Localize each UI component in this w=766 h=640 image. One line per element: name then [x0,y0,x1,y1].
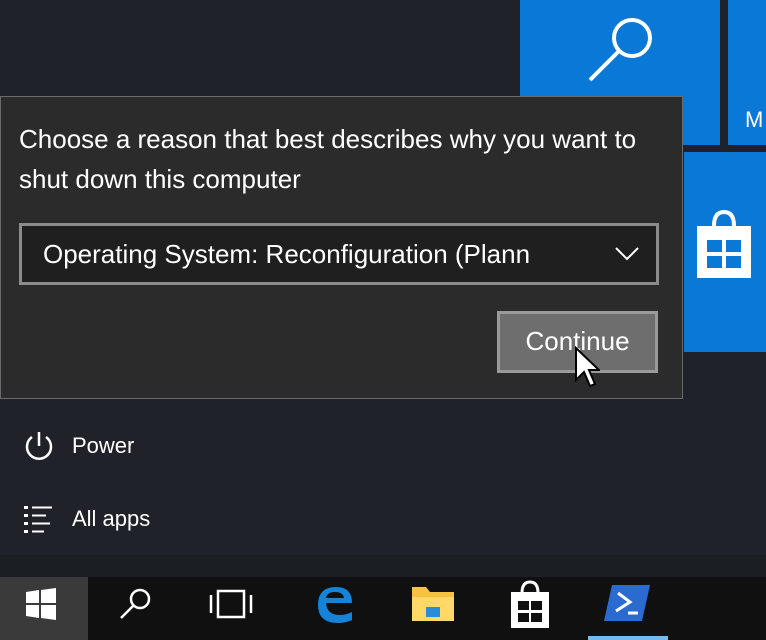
taskbar [0,577,766,640]
shutdown-reason-value: Operating System: Reconfiguration (Plann [43,239,531,269]
file-explorer-taskbar-button[interactable] [398,577,468,640]
search-icon [588,18,652,82]
store-taskbar-button[interactable] [498,577,568,640]
start-menu-bottom-band [0,555,766,577]
task-view-icon [209,589,253,619]
power-button[interactable]: Power [0,421,400,469]
partial-tile[interactable]: M [728,0,766,145]
start-button[interactable] [0,577,88,640]
file-explorer-icon [412,587,454,621]
store-tile[interactable] [684,152,766,352]
partial-tile-label: M [745,107,764,132]
edge-taskbar-button[interactable] [300,577,370,640]
mouse-cursor-icon [575,346,600,388]
task-view-button[interactable] [200,577,260,640]
windows-logo-icon [26,588,56,620]
power-label: Power [72,433,135,458]
edge-icon [318,587,352,623]
powershell-icon [604,585,650,621]
store-icon [697,210,751,278]
taskbar-search-button[interactable] [108,577,168,640]
all-apps-label: All apps [72,506,151,531]
powershell-taskbar-button[interactable] [590,577,666,640]
power-icon [25,432,53,460]
search-icon [120,588,151,619]
chevron-down-icon [615,247,639,261]
shutdown-reason-dropdown[interactable]: Operating System: Reconfiguration (Plann [19,223,659,285]
shutdown-reason-prompt: Choose a reason that best describes why … [19,124,637,194]
list-icon [24,506,52,533]
active-app-indicator [588,636,668,640]
all-apps-button[interactable]: All apps [0,494,400,542]
store-icon [511,580,549,628]
